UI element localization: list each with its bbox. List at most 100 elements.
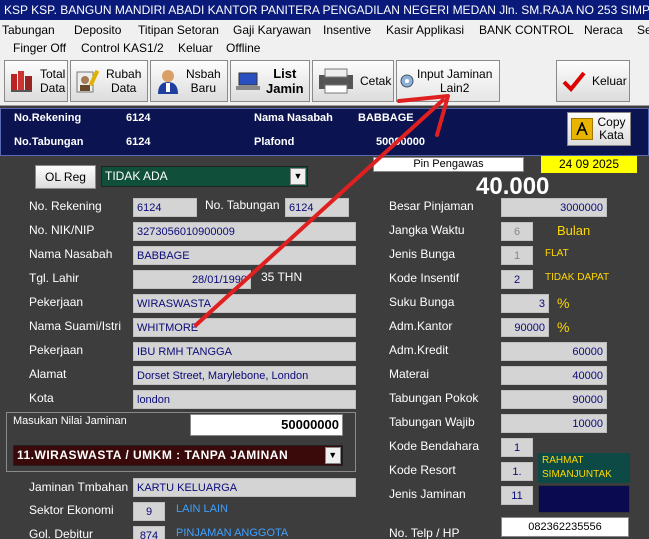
pekerjaan-pasangan-label: Pekerjaan [29, 343, 84, 357]
adm-kantor-pct: % [557, 319, 570, 335]
materai-field[interactable]: 40000 [501, 366, 607, 385]
alamat-label: Alamat [29, 367, 67, 381]
copy-kata-label: Copy Kata [597, 115, 626, 142]
rubah-data-label: Rubah Data [106, 67, 142, 95]
adm-kredit-field[interactable]: 60000 [501, 342, 607, 361]
ol-reg-dropdown[interactable]: TIDAK ADA ▼ [101, 166, 308, 187]
nik-label: No. NIK/NIP [29, 223, 95, 237]
total-data-label: Total Data [40, 67, 66, 95]
menu-offline[interactable]: Offline [226, 41, 260, 55]
menu-keluar[interactable]: Keluar [178, 41, 213, 55]
info-nama-label: Nama Nasabah [254, 112, 333, 124]
pekerjaan-pasangan-field[interactable]: IBU RMH TANGGA [133, 342, 356, 361]
menu-bank-control[interactable]: BANK CONTROL [479, 23, 574, 37]
tabungan-pokok-field[interactable]: 90000 [501, 390, 607, 409]
menu-kasir-applikasi[interactable]: Kasir Applikasi [386, 23, 464, 37]
keluar-button[interactable]: Keluar [556, 60, 630, 102]
cetak-button[interactable]: Cetak [312, 60, 394, 102]
no-rekening-field[interactable]: 6124 [133, 198, 197, 217]
no-rekening-label: No. Rekening [29, 199, 102, 213]
tgl-lahir-field[interactable]: 28/01/1990 [133, 270, 251, 289]
chevron-down-icon[interactable]: ▼ [290, 168, 306, 185]
kota-field[interactable]: london [133, 390, 356, 409]
pekerjaan-label: Pekerjaan [29, 295, 84, 309]
telp-label: No. Telp / HP [389, 526, 460, 539]
nama-suami-istri-field[interactable]: WHITMORE [133, 318, 356, 337]
adm-kantor-label: Adm.Kantor [389, 319, 453, 333]
besar-pinjaman-field[interactable]: 3000000 [501, 198, 607, 217]
chevron-down-icon[interactable]: ▼ [325, 447, 341, 464]
total-data-button[interactable]: Total Data [4, 60, 68, 102]
jenis-bunga-field[interactable]: 1 [501, 246, 533, 265]
jaminan-tambahan-label: Jaminan Tmbahan [29, 480, 129, 494]
jangka-unit: Bulan [557, 223, 591, 238]
adm-kantor-field[interactable]: 90000 [501, 318, 549, 337]
date-display: 24 09 2025 [541, 156, 637, 173]
no-tabungan-label: No. Tabungan [205, 198, 280, 212]
input-jaminan-button[interactable]: Input Jaminan Lain2 [396, 60, 500, 102]
jenis-jaminan-name-box [538, 485, 630, 513]
kode-resort-label: Kode Resort [389, 463, 456, 477]
jangka-waktu-field[interactable]: 6 [501, 222, 533, 241]
nilai-jaminan-label: Masukan Nilai Jaminan [13, 415, 127, 427]
jenis-bunga-name: FLAT [545, 248, 569, 259]
menu-gaji-karyawan[interactable]: Gaji Karyawan [233, 23, 311, 37]
menu-neraca[interactable]: Neraca [584, 23, 623, 37]
rubah-data-button[interactable]: Rubah Data [70, 60, 148, 102]
gol-debitur-code[interactable]: 874 [133, 526, 165, 539]
jenis-jaminan-dropdown[interactable]: 11.WIRASWASTA / UMKM : TANPA JAMINAN ▼ [13, 445, 343, 466]
nik-field[interactable]: 3273056010900009 [133, 222, 356, 241]
jenis-jaminan-code[interactable]: 11 [501, 486, 533, 505]
menu-se[interactable]: Se [637, 23, 649, 37]
pin-pengawas-field[interactable]: Pin Pengawas [373, 157, 524, 172]
menu-deposito[interactable]: Deposito [74, 23, 121, 37]
cetak-label: Cetak [360, 74, 392, 88]
input-jaminan-label: Input Jaminan Lain2 [417, 67, 493, 95]
no-tabungan-field[interactable]: 6124 [285, 198, 349, 217]
menu-insentive[interactable]: Insentive [323, 23, 371, 37]
telp-field[interactable]: 082362235556 [501, 517, 629, 537]
jangka-waktu-label: Jangka Waktu [389, 223, 465, 237]
menu-titipan-setoran[interactable]: Titipan Setoran [138, 23, 219, 37]
info-plafond: 50000000 [376, 136, 425, 148]
nsbah-baru-label: Nsbah Baru [186, 67, 221, 95]
tgl-lahir-label: Tgl. Lahir [29, 271, 80, 285]
resort-name-box: RAHMAT SIMANJUNTAK [538, 453, 630, 483]
nilai-jaminan-input[interactable]: 50000000 [190, 414, 343, 436]
jaminan-tambahan-field[interactable]: KARTU KELUARGA [133, 478, 356, 497]
menu-finger-off[interactable]: Finger Off [13, 41, 66, 55]
menu-control-kas[interactable]: Control KAS1/2 [81, 41, 164, 55]
list-jamin-button[interactable]: List Jamin [230, 60, 310, 102]
disc-icon [399, 67, 415, 95]
tabungan-wajib-field[interactable]: 10000 [501, 414, 607, 433]
kode-insentif-field[interactable]: 2 [501, 270, 533, 289]
materai-label: Materai [389, 367, 430, 381]
info-plafond-label: Plafond [254, 136, 295, 148]
alamat-field[interactable]: Dorset Street, Marylebone, London [133, 366, 356, 385]
nama-nasabah-label: Nama Nasabah [29, 247, 113, 261]
info-nama: BABBAGE [358, 112, 414, 124]
adm-kredit-label: Adm.Kredit [389, 343, 449, 357]
menu-bar: Tabungan Deposito Titipan Setoran Gaji K… [0, 20, 649, 58]
ol-reg-button[interactable]: OL Reg [35, 165, 96, 189]
menu-tabungan[interactable]: Tabungan [2, 23, 55, 37]
sektor-ekonomi-code[interactable]: 9 [133, 502, 165, 521]
info-no-rekening: 6124 [126, 112, 151, 124]
kode-insentif-name: TIDAK DAPAT [545, 272, 610, 283]
nsbah-baru-button[interactable]: Nsbah Baru [150, 60, 228, 102]
tabungan-wajib-label: Tabungan Wajib [389, 415, 475, 429]
kode-resort-field[interactable]: 1. [501, 462, 533, 481]
kode-bendahara-field[interactable]: 1 [501, 438, 533, 457]
new-customer-icon [154, 67, 182, 95]
copy-kata-button[interactable]: Copy Kata [567, 112, 631, 146]
kode-bendahara-label: Kode Bendahara [389, 439, 480, 453]
books-icon [8, 67, 36, 95]
checkmark-icon [560, 67, 588, 95]
nama-nasabah-field[interactable]: BABBAGE [133, 246, 356, 265]
gol-debitur-name: PINJAMAN ANGGOTA [176, 527, 289, 539]
suku-bunga-field[interactable]: 3 [501, 294, 549, 313]
pekerjaan-field[interactable]: WIRASWASTA [133, 294, 356, 313]
edit-people-icon [74, 67, 102, 95]
jenis-jaminan-label: Jenis Jaminan [389, 487, 466, 501]
toolbar: Total Data Rubah Data Nsbah Baru List Jamin … [0, 58, 649, 106]
